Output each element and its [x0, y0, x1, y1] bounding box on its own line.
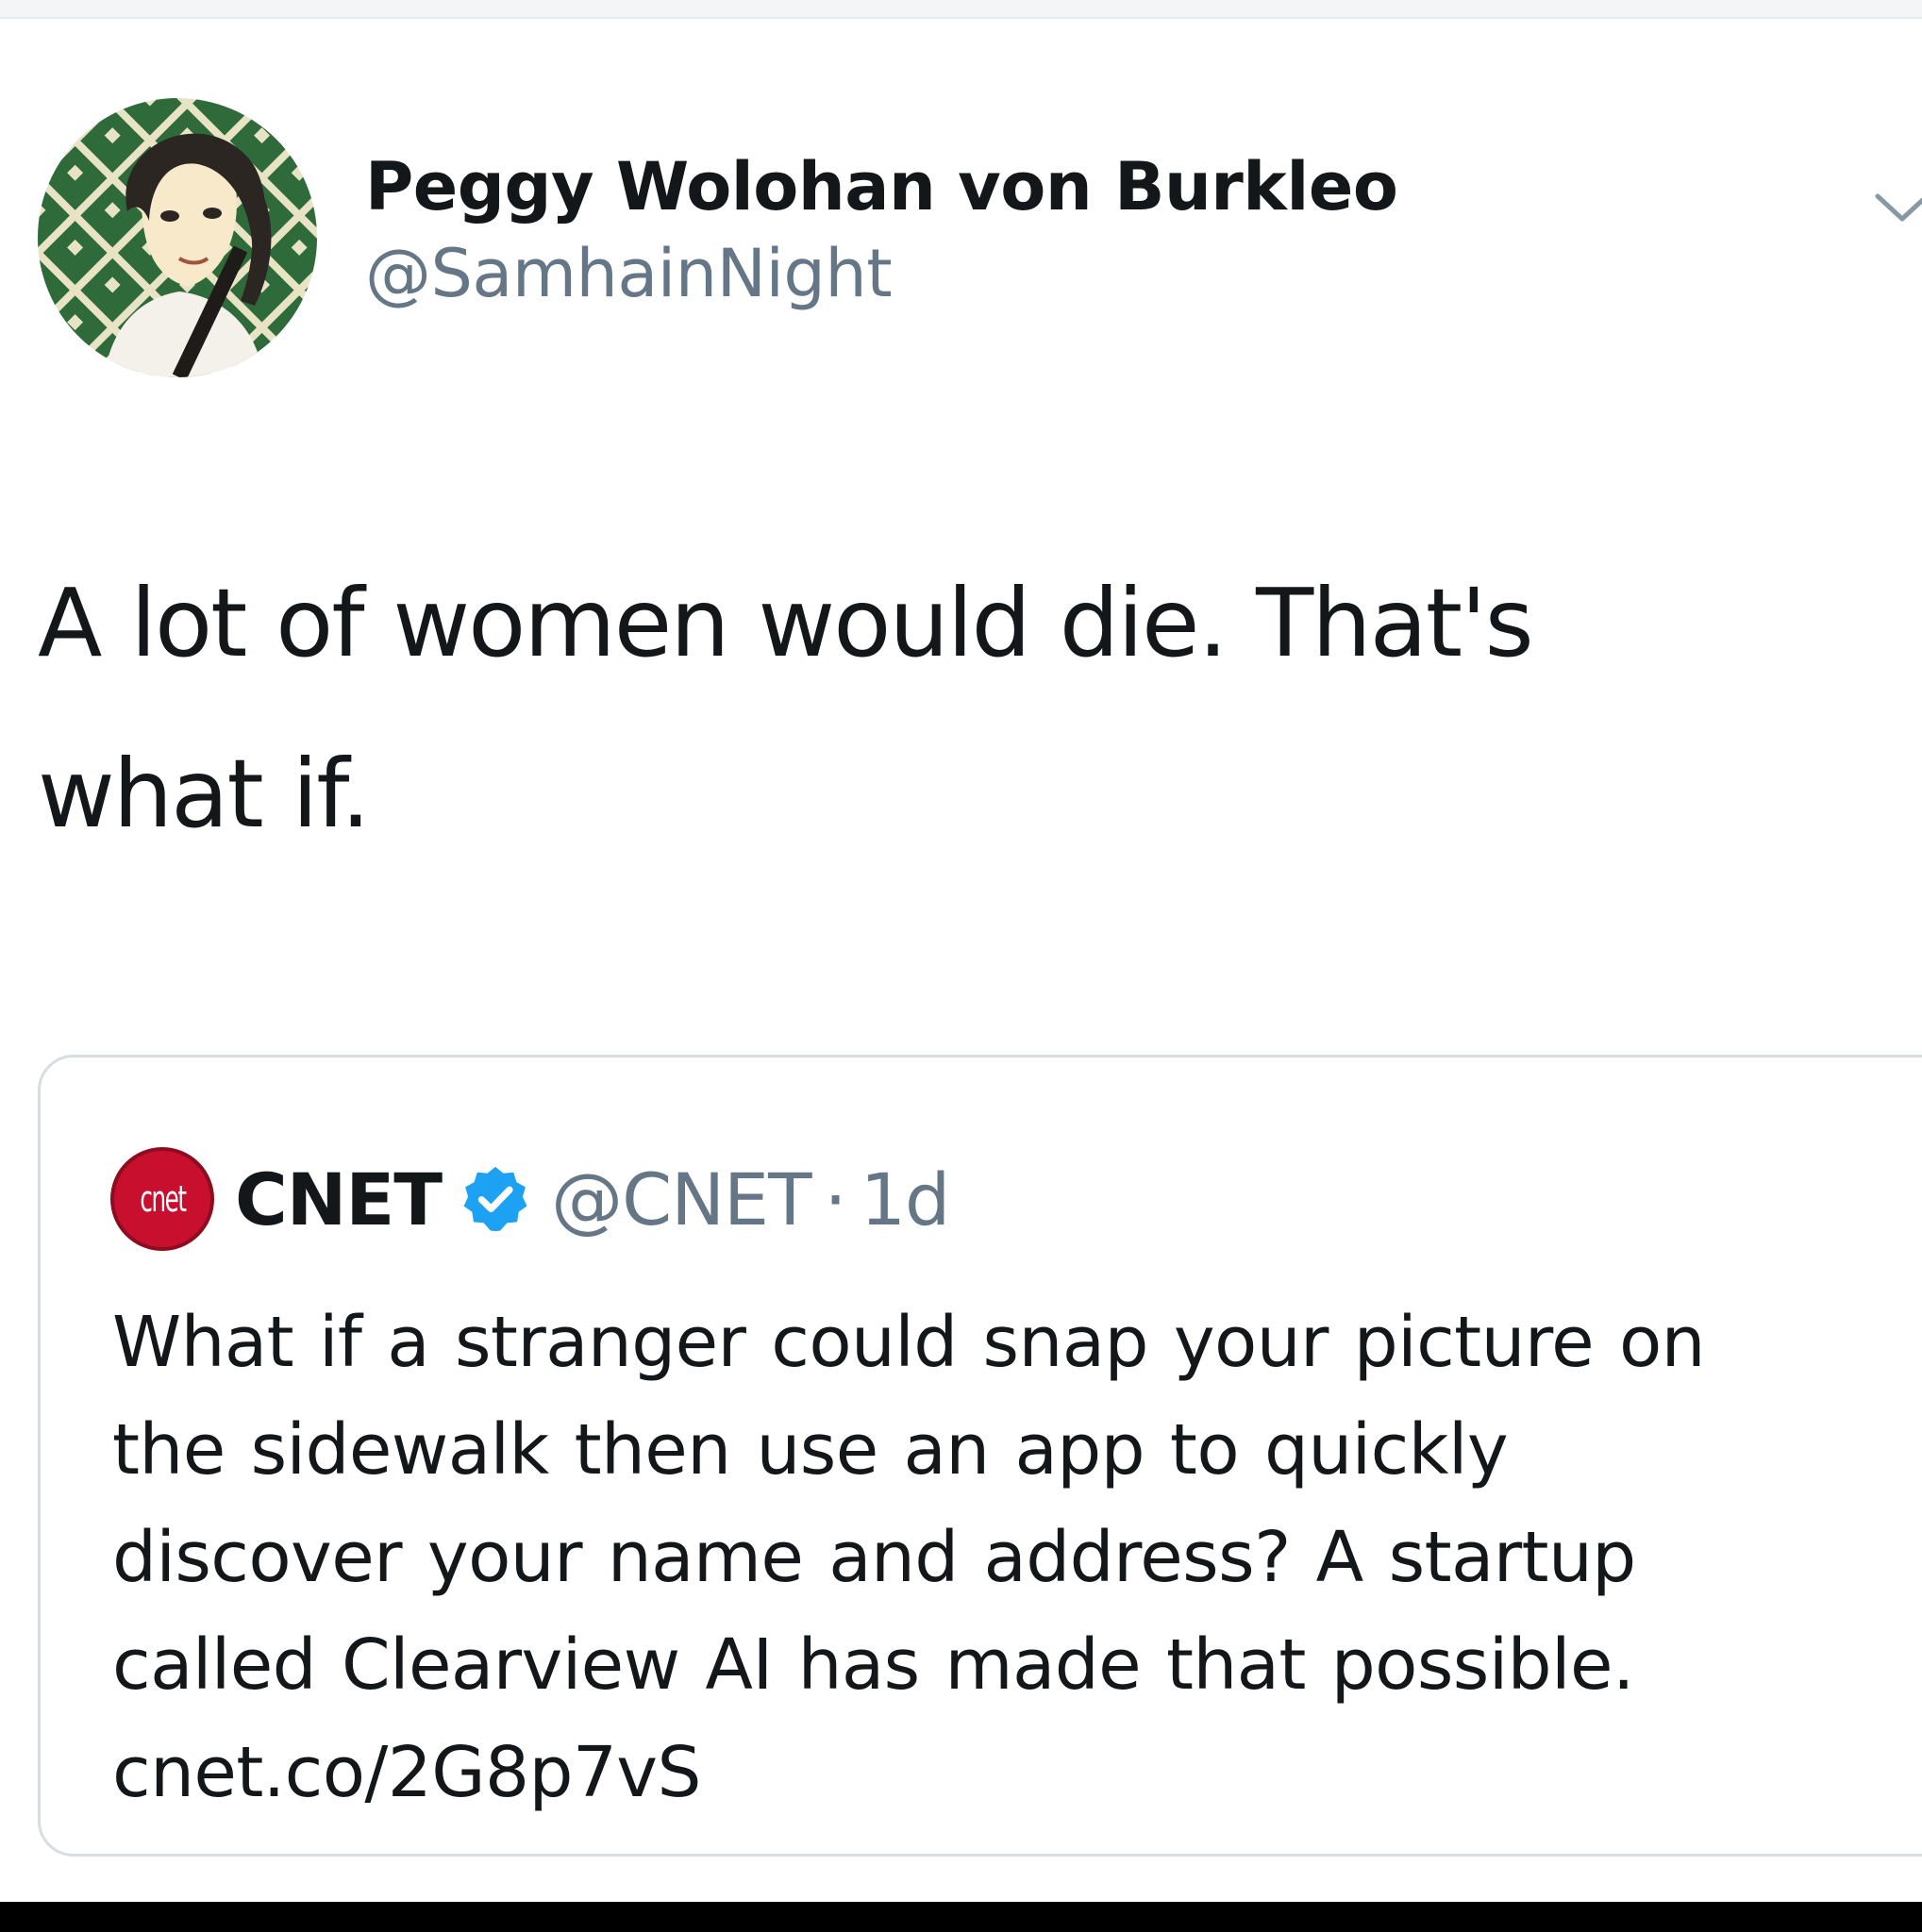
top-divider: [0, 0, 1922, 19]
tweet-author[interactable]: Peggy Wolohan von Burkleo @SamhainNight: [365, 147, 1398, 313]
quoted-tweet[interactable]: cnet CNET @CNET · 1d What if a stranger …: [38, 1055, 1922, 1857]
quoted-link[interactable]: cnet.co/2G8p7vS: [112, 1732, 701, 1813]
bottom-bar: [0, 1902, 1922, 1932]
author-handle[interactable]: @SamhainNight: [365, 234, 1397, 313]
quoted-tweet-header: cnet CNET @CNET · 1d: [110, 1147, 951, 1251]
quoted-text-line: discover your name and address? A startu…: [112, 1517, 1636, 1598]
cnet-logo-text: cnet: [139, 1178, 187, 1220]
quoted-text-line: the sidewalk then use an app to quickly: [112, 1409, 1509, 1491]
quoted-text-line: called Clearview AI has made that possib…: [112, 1624, 1634, 1706]
tweet-text: A lot of women would die. That's what if…: [38, 538, 1830, 879]
verified-badge-icon: [463, 1166, 527, 1232]
author-display-name[interactable]: Peggy Wolohan von Burkleo: [365, 147, 1398, 226]
tweet-card: Peggy Wolohan von Burkleo @SamhainNight …: [0, 19, 1922, 1902]
quoted-author-display-name[interactable]: CNET: [235, 1158, 443, 1241]
quoted-separator: ·: [824, 1157, 847, 1241]
quoted-author-handle[interactable]: @CNET: [551, 1158, 811, 1241]
quoted-text-line: What if a stranger could snap your pictu…: [112, 1302, 1706, 1383]
tweet-text-line: what if.: [38, 739, 371, 849]
quoted-tweet-text: What if a stranger could snap your pictu…: [112, 1289, 1905, 1826]
chevron-down-icon[interactable]: [1874, 189, 1922, 226]
cnet-logo-avatar[interactable]: cnet: [110, 1147, 214, 1251]
tweet-text-line: A lot of women would die. That's: [38, 568, 1534, 678]
avatar[interactable]: [38, 98, 317, 377]
quoted-timestamp[interactable]: 1d: [861, 1158, 951, 1241]
